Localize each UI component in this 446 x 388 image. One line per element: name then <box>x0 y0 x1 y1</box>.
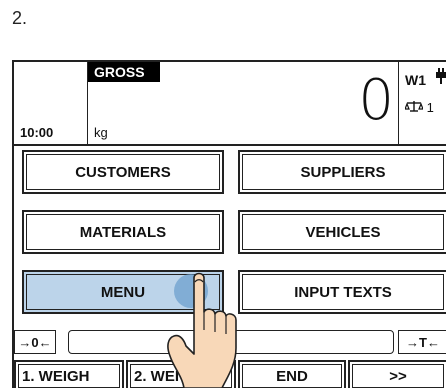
scale-indicator: W1 1 <box>398 62 446 144</box>
more-button[interactable]: >> <box>348 360 446 388</box>
tare-button[interactable]: →T← <box>398 330 446 354</box>
first-weigh-label: 1. WEIGH <box>22 367 90 385</box>
scale-number: 1 <box>426 100 434 115</box>
suppliers-label: SUPPLIERS <box>300 163 386 181</box>
suppliers-button[interactable]: SUPPLIERS <box>238 150 446 194</box>
pointing-hand-icon <box>164 272 244 388</box>
zero-button[interactable]: →0← <box>14 330 56 354</box>
customers-label: CUSTOMERS <box>75 163 171 181</box>
materials-label: MATERIALS <box>79 223 167 241</box>
header-divider <box>14 144 446 146</box>
vehicles-button[interactable]: VEHICLES <box>238 210 446 254</box>
customers-button[interactable]: CUSTOMERS <box>22 150 224 194</box>
balance-icon: 1 <box>404 100 434 115</box>
gross-badge: GROSS <box>88 62 160 82</box>
plug-icon <box>435 68 446 88</box>
scale-id: W1 <box>405 72 426 88</box>
first-weigh-button[interactable]: 1. WEIGH <box>14 360 124 388</box>
weight-display: 0 <box>358 68 394 133</box>
weight-header: 10:00 GROSS kg 0 W1 1 <box>14 62 446 144</box>
input-texts-button[interactable]: INPUT TEXTS <box>238 270 446 314</box>
menu-label: MENU <box>100 283 146 301</box>
more-label: >> <box>389 367 407 385</box>
clock-time: 10:00 <box>20 125 54 140</box>
step-label: 2. <box>12 8 28 28</box>
weight-unit: kg <box>94 125 108 140</box>
input-texts-label: INPUT TEXTS <box>294 283 392 301</box>
time-cell: 10:00 <box>14 62 88 144</box>
vehicles-label: VEHICLES <box>305 223 381 241</box>
materials-button[interactable]: MATERIALS <box>22 210 224 254</box>
end-button[interactable]: END <box>238 360 346 388</box>
end-label: END <box>276 367 308 385</box>
